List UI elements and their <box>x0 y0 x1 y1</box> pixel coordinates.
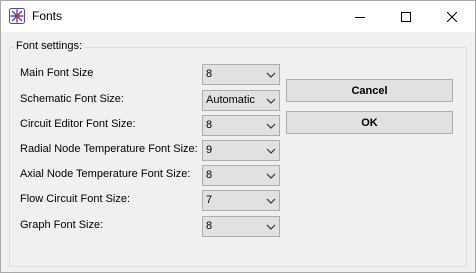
circuit-editor-font-size-value: 8 <box>206 119 213 131</box>
flow-circuit-font-size-select[interactable]: 7 <box>202 190 280 211</box>
title-bar[interactable]: Fonts <box>1 1 475 32</box>
graph-font-size-label: Graph Font Size: <box>20 219 104 231</box>
main-font-size-select[interactable]: 8 <box>202 64 280 85</box>
minimize-icon <box>355 16 365 18</box>
chevron-down-icon <box>266 148 276 154</box>
schematic-font-size-label: Schematic Font Size: <box>20 93 124 105</box>
chevron-down-icon <box>266 224 276 230</box>
snowflake-app-icon <box>9 8 25 24</box>
circuit-editor-font-size-select[interactable]: 8 <box>202 115 280 136</box>
maximize-icon <box>401 11 411 22</box>
window-title: Fonts <box>32 9 63 23</box>
schematic-font-size-value: Automatic <box>206 94 255 106</box>
main-font-size-label: Main Font Size <box>20 67 94 79</box>
graph-font-size-select[interactable]: 8 <box>202 216 280 237</box>
group-title: Font settings: <box>14 40 85 53</box>
graph-font-size-value: 8 <box>206 220 213 232</box>
chevron-down-icon <box>266 173 276 179</box>
schematic-font-size-select[interactable]: Automatic <box>202 90 280 111</box>
axial-node-temperature-font-size-label: Axial Node Temperature Font Size: <box>20 168 191 180</box>
chevron-down-icon <box>266 123 276 129</box>
dialog-body: Font settings: Main Font Size 8 Schemati… <box>1 32 475 272</box>
radial-node-temperature-font-size-label: Radial Node Temperature Font Size: <box>20 143 198 155</box>
circuit-editor-font-size-label: Circuit Editor Font Size: <box>20 118 136 130</box>
main-font-size-value: 8 <box>206 68 213 80</box>
axial-node-temperature-font-size-value: 8 <box>206 169 213 181</box>
close-button[interactable] <box>429 1 475 32</box>
radial-node-temperature-font-size-select[interactable]: 9 <box>202 140 280 161</box>
minimize-button[interactable] <box>337 1 383 32</box>
flow-circuit-font-size-value: 7 <box>206 194 213 206</box>
close-icon <box>447 11 457 22</box>
chevron-down-icon <box>266 72 276 78</box>
axial-node-temperature-font-size-select[interactable]: 8 <box>202 165 280 186</box>
cancel-button[interactable]: Cancel <box>286 79 453 102</box>
flow-circuit-font-size-label: Flow Circuit Font Size: <box>20 193 131 205</box>
ok-button[interactable]: OK <box>286 111 453 134</box>
chevron-down-icon <box>266 98 276 104</box>
maximize-button[interactable] <box>383 1 429 32</box>
fonts-dialog: Fonts Font settings: Main Font Size 8 Sc… <box>0 0 476 273</box>
radial-node-temperature-font-size-value: 9 <box>206 144 213 156</box>
chevron-down-icon <box>266 198 276 204</box>
